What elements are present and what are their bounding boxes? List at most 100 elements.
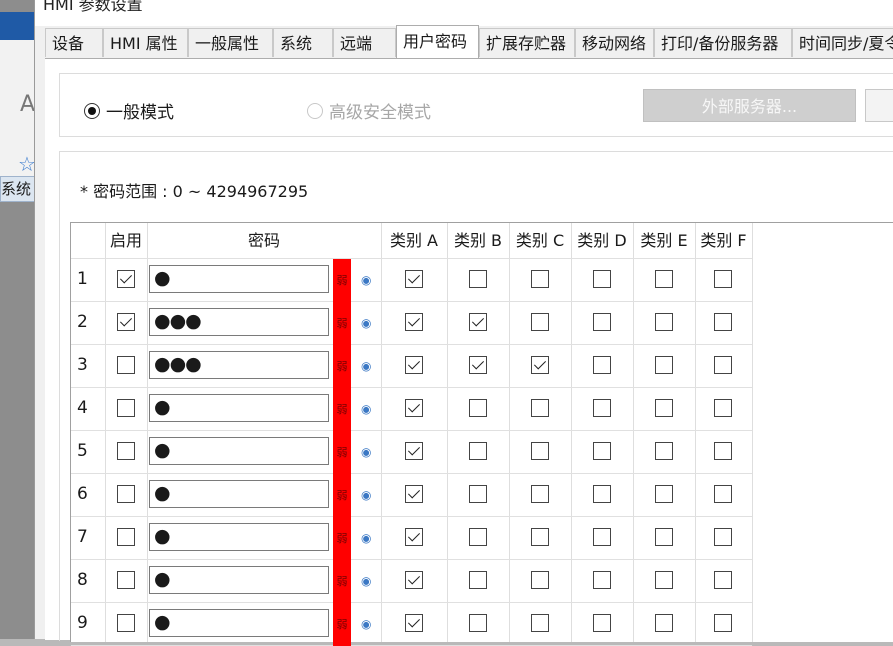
enable-checkbox[interactable] [117,442,135,460]
category-d-checkbox[interactable] [593,571,611,589]
enable-checkbox[interactable] [117,485,135,503]
category-c-checkbox[interactable] [531,614,549,632]
category-e-checkbox[interactable] [655,399,673,417]
external-server-button[interactable]: 外部服务器... [643,89,856,122]
tab-device[interactable]: 设备 [45,28,103,57]
category-c-checkbox[interactable] [531,485,549,503]
password-field[interactable]: ● [149,265,329,293]
category-a-checkbox[interactable] [405,528,423,546]
password-field[interactable]: ●●● [149,351,329,379]
category-c-checkbox[interactable] [531,571,549,589]
category-f-checkbox[interactable] [714,571,732,589]
enable-checkbox[interactable] [117,528,135,546]
category-e-checkbox[interactable] [655,571,673,589]
category-e-checkbox[interactable] [655,442,673,460]
enable-checkbox[interactable] [117,614,135,632]
category-d-checkbox[interactable] [593,356,611,374]
password-field[interactable]: ● [149,523,329,551]
category-a-checkbox[interactable] [405,356,423,374]
password-field[interactable]: ● [149,394,329,422]
category-d-checkbox[interactable] [593,399,611,417]
category-d-checkbox[interactable] [593,442,611,460]
tab-general-properties[interactable]: 一般属性 [188,28,273,57]
category-e-checkbox[interactable] [655,485,673,503]
category-d-checkbox[interactable] [593,614,611,632]
category-f-checkbox[interactable] [714,399,732,417]
category-b-checkbox[interactable] [469,571,487,589]
table-row: 2 ●●● 弱 ◉ [71,302,752,345]
show-password-eye-icon[interactable]: ◉ [361,274,373,286]
category-a-checkbox[interactable] [405,399,423,417]
enable-checkbox[interactable] [117,399,135,417]
category-f-checkbox[interactable] [714,442,732,460]
category-c-checkbox[interactable] [531,399,549,417]
category-b-checkbox[interactable] [469,614,487,632]
category-f-checkbox[interactable] [714,356,732,374]
tab-mobile-network[interactable]: 移动网络 [575,28,654,57]
category-c-checkbox[interactable] [531,270,549,288]
category-d-checkbox[interactable] [593,313,611,331]
secure-mode-radio[interactable]: 高级安全模式 [307,98,431,123]
row-number: 1 [77,269,88,289]
show-password-eye-icon[interactable]: ◉ [361,446,373,458]
category-e-checkbox[interactable] [655,356,673,374]
category-f-checkbox[interactable] [714,270,732,288]
tab-system[interactable]: 系统 [273,28,333,57]
category-d-checkbox[interactable] [593,485,611,503]
category-a-checkbox[interactable] [405,571,423,589]
category-f-checkbox[interactable] [714,528,732,546]
tab-time-sync[interactable]: 时间同步/夏令 [792,28,893,57]
category-b-checkbox[interactable] [469,399,487,417]
category-a-checkbox[interactable] [405,270,423,288]
category-c-checkbox[interactable] [531,356,549,374]
category-d-checkbox[interactable] [593,270,611,288]
category-e-checkbox[interactable] [655,614,673,632]
enable-checkbox[interactable] [117,356,135,374]
enable-checkbox[interactable] [117,270,135,288]
secondary-button[interactable] [865,89,893,122]
password-field[interactable]: ● [149,566,329,594]
category-d-checkbox[interactable] [593,528,611,546]
show-password-eye-icon[interactable]: ◉ [361,575,373,587]
tab-remote[interactable]: 远端 [333,28,396,57]
tab-print-backup-server[interactable]: 打印/备份服务器 [654,28,792,57]
category-a-checkbox[interactable] [405,614,423,632]
category-b-checkbox[interactable] [469,528,487,546]
show-password-eye-icon[interactable]: ◉ [361,403,373,415]
category-b-checkbox[interactable] [469,485,487,503]
category-f-checkbox[interactable] [714,614,732,632]
category-b-checkbox[interactable] [469,313,487,331]
radio-selected-icon [84,102,100,119]
table-row: 3 ●●● 弱 ◉ [71,345,752,388]
tab-hmi-properties[interactable]: HMI 属性 [103,28,188,57]
password-field[interactable]: ●●● [149,308,329,336]
category-c-checkbox[interactable] [531,442,549,460]
category-a-checkbox[interactable] [405,485,423,503]
category-a-checkbox[interactable] [405,313,423,331]
general-mode-radio[interactable]: 一般模式 [84,98,174,123]
enable-checkbox[interactable] [117,313,135,331]
category-f-checkbox[interactable] [714,313,732,331]
enable-checkbox[interactable] [117,571,135,589]
show-password-eye-icon[interactable]: ◉ [361,317,373,329]
category-f-checkbox[interactable] [714,485,732,503]
category-b-checkbox[interactable] [469,270,487,288]
category-b-checkbox[interactable] [469,356,487,374]
category-e-checkbox[interactable] [655,270,673,288]
category-c-checkbox[interactable] [531,528,549,546]
category-a-checkbox[interactable] [405,442,423,460]
password-field[interactable]: ● [149,609,329,637]
tab-user-password[interactable]: 用户密码 [396,25,479,58]
show-password-eye-icon[interactable]: ◉ [361,618,373,630]
category-e-checkbox[interactable] [655,313,673,331]
show-password-eye-icon[interactable]: ◉ [361,489,373,501]
password-field[interactable]: ● [149,480,329,508]
show-password-eye-icon[interactable]: ◉ [361,532,373,544]
show-password-eye-icon[interactable]: ◉ [361,360,373,372]
password-field[interactable]: ● [149,437,329,465]
tab-extended-memory[interactable]: 扩展存贮器 [479,28,575,57]
category-e-checkbox[interactable] [655,528,673,546]
category-c-checkbox[interactable] [531,313,549,331]
background-tab-system[interactable]: 系统 [0,176,36,202]
category-b-checkbox[interactable] [469,442,487,460]
